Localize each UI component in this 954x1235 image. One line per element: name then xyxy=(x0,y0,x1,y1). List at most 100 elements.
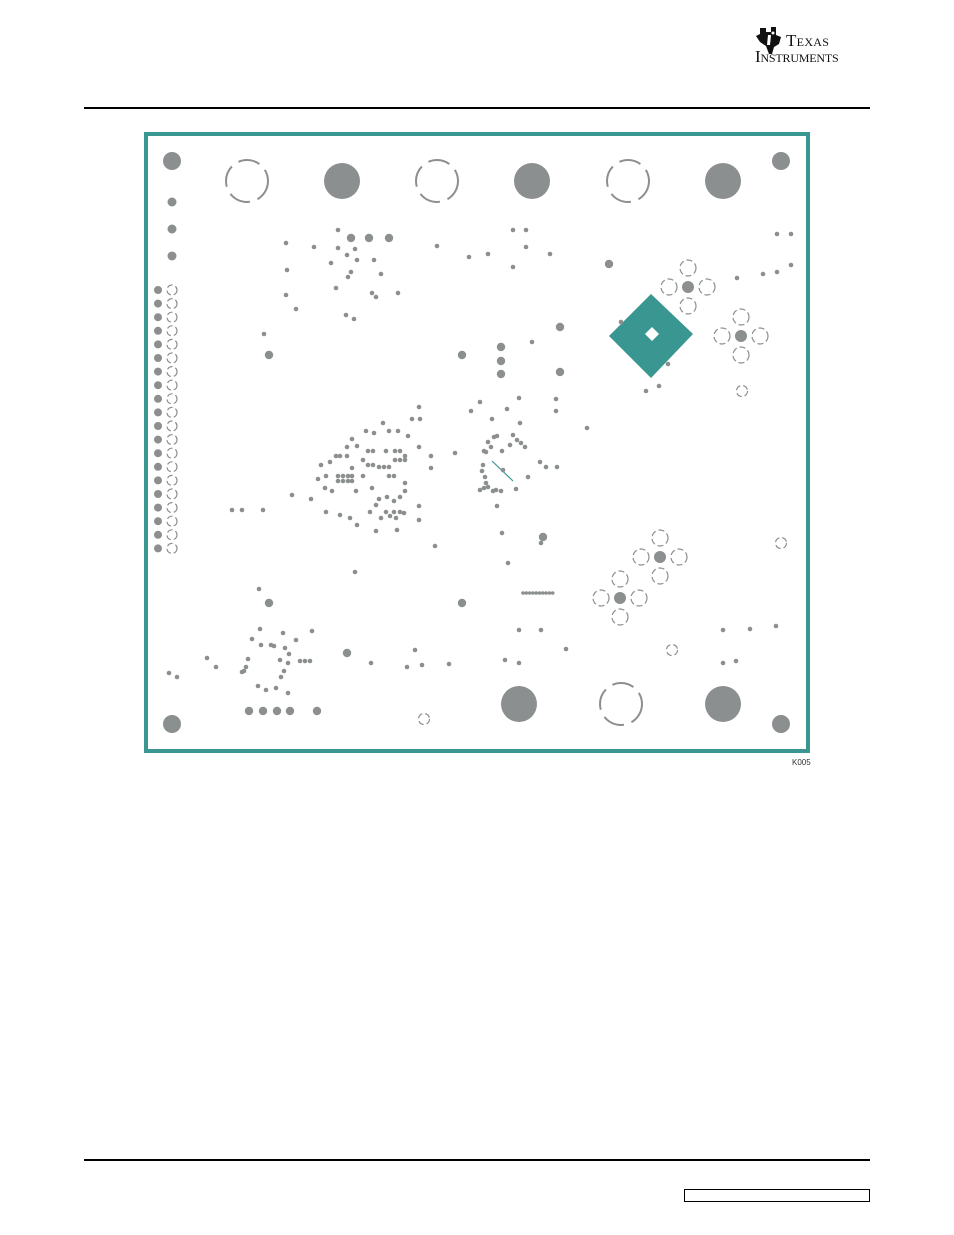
connector-pin xyxy=(154,354,162,362)
via xyxy=(419,662,425,668)
via xyxy=(352,246,358,252)
connector-pin xyxy=(154,435,162,444)
via-row xyxy=(537,591,542,595)
via xyxy=(773,623,779,629)
via xyxy=(401,510,407,516)
via xyxy=(323,473,329,479)
via xyxy=(397,448,403,454)
via xyxy=(733,658,739,664)
via xyxy=(747,626,753,632)
via xyxy=(337,453,343,459)
via xyxy=(255,683,261,689)
via xyxy=(393,515,399,521)
via xyxy=(477,399,483,405)
via xyxy=(500,467,506,473)
via xyxy=(553,396,559,402)
via xyxy=(381,464,387,470)
connector-pad-outline xyxy=(166,488,178,500)
test-pad-outline xyxy=(670,548,688,566)
via xyxy=(239,507,245,513)
via-row xyxy=(521,591,525,595)
via xyxy=(434,243,440,249)
via xyxy=(369,485,375,491)
via xyxy=(286,651,292,657)
via xyxy=(402,480,408,486)
via xyxy=(283,240,289,246)
via xyxy=(518,440,524,446)
via xyxy=(373,502,379,508)
small-pad-outline xyxy=(774,536,788,550)
via xyxy=(513,486,519,492)
via xyxy=(428,453,434,459)
test-pad-outline xyxy=(679,259,697,277)
test-pad-outline xyxy=(611,570,629,588)
via xyxy=(386,473,392,479)
center-pad xyxy=(614,592,626,604)
via xyxy=(416,503,422,509)
via xyxy=(345,478,351,484)
large-pad-outline xyxy=(599,682,643,726)
test-pad-outline xyxy=(630,589,648,607)
via xyxy=(496,342,506,352)
large-pad xyxy=(324,163,360,199)
via xyxy=(363,428,369,434)
via xyxy=(256,586,262,592)
via xyxy=(402,457,408,463)
via xyxy=(479,468,485,474)
via xyxy=(537,459,543,465)
via xyxy=(514,437,520,443)
large-pad-outline xyxy=(606,159,650,203)
via xyxy=(720,660,726,666)
via xyxy=(554,464,560,470)
connector-pin xyxy=(154,326,162,335)
via xyxy=(282,645,288,651)
connector-pin xyxy=(154,313,162,322)
connector-pin xyxy=(154,517,162,526)
connector-pin xyxy=(154,367,162,376)
via xyxy=(380,420,386,426)
via xyxy=(166,670,172,676)
via xyxy=(468,408,474,414)
test-pad-outline xyxy=(732,308,750,326)
via xyxy=(412,647,418,653)
via xyxy=(604,259,614,269)
via xyxy=(344,444,350,450)
via xyxy=(337,512,343,518)
via xyxy=(457,350,467,360)
connector-pad-outline xyxy=(166,338,178,350)
small-pad-outline xyxy=(665,643,679,657)
via xyxy=(243,664,249,670)
via xyxy=(167,251,177,261)
via xyxy=(391,498,397,504)
small-pad-outline xyxy=(735,384,749,398)
via xyxy=(496,356,506,366)
via-row xyxy=(541,591,545,595)
via xyxy=(498,488,504,494)
via xyxy=(204,655,210,661)
via xyxy=(263,687,269,693)
via xyxy=(538,532,548,542)
via xyxy=(348,269,354,275)
via xyxy=(523,244,529,250)
connector-pin xyxy=(154,462,162,471)
via xyxy=(432,543,438,549)
via xyxy=(318,462,324,468)
test-pad-outline xyxy=(732,346,750,364)
via xyxy=(343,312,349,318)
test-pad-outline xyxy=(698,278,716,296)
via xyxy=(547,251,553,257)
via-row xyxy=(547,591,552,595)
via xyxy=(523,227,529,233)
via xyxy=(264,598,274,608)
via xyxy=(387,513,393,519)
via xyxy=(258,706,268,716)
footer-rule xyxy=(84,1159,870,1161)
via xyxy=(328,260,334,266)
via xyxy=(308,496,314,502)
via xyxy=(278,674,284,680)
via xyxy=(283,292,289,298)
via xyxy=(335,227,341,233)
via xyxy=(342,648,352,658)
mounting-hole xyxy=(772,152,790,170)
via xyxy=(273,685,279,691)
